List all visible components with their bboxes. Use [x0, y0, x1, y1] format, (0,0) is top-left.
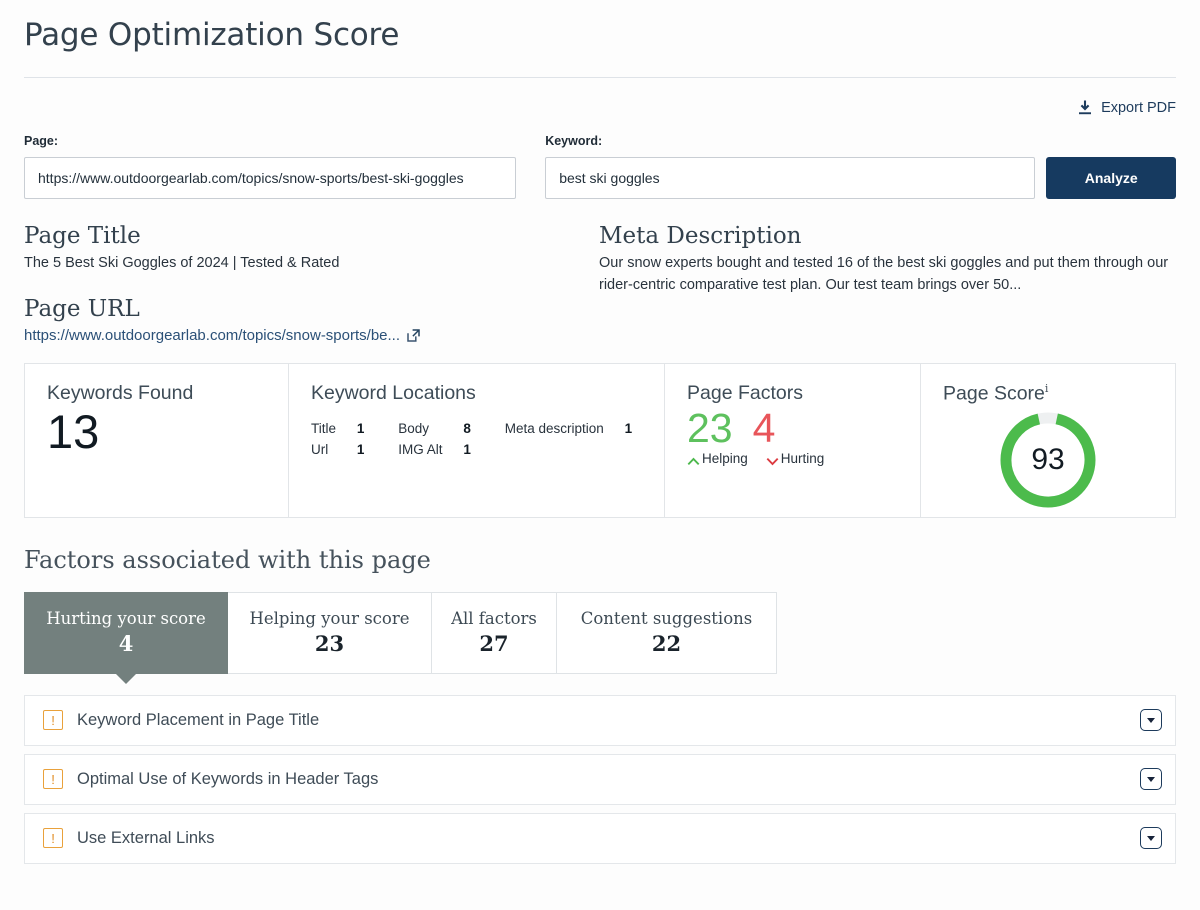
export-pdf-label: Export PDF: [1101, 99, 1176, 116]
tab-count: 4: [118, 631, 134, 657]
kwloc-value: 8: [463, 420, 471, 436]
page-url-link[interactable]: https://www.outdoorgearlab.com/topics/sn…: [24, 327, 400, 344]
export-row: Export PDF: [24, 78, 1176, 116]
tab-label: Content suggestions: [580, 609, 753, 629]
helping-legend-label: Helping: [702, 450, 748, 466]
tab-all-factors[interactable]: All factors 27: [432, 591, 557, 674]
kwloc-label: Url: [311, 441, 329, 457]
kwloc-value: 1: [624, 420, 633, 436]
keywords-found-title: Keywords Found: [47, 381, 194, 404]
card-keywords-found: Keywords Found 13: [25, 364, 288, 517]
kwloc-value: 1: [463, 441, 471, 457]
tab-label: All factors: [451, 609, 537, 629]
keyword-locations-title: Keyword Locations: [311, 381, 476, 404]
stat-cards: Keywords Found 13 Keyword Locations Titl…: [24, 362, 1176, 518]
factor-row[interactable]: ! Keyword Placement in Page Title: [24, 694, 1176, 746]
kwloc-label: Title: [311, 420, 337, 436]
kwloc-value: 1: [356, 420, 365, 436]
export-pdf-button[interactable]: Export PDF: [1078, 100, 1176, 116]
factors-section-heading: Factors associated with this page: [24, 545, 431, 574]
tab-count: 22: [651, 631, 682, 657]
factor-name: Keyword Placement in Page Title: [77, 710, 320, 729]
keyword-locations-grid: Title 1 Body 8 Meta description 1 Url 1 …: [311, 421, 642, 457]
page-input-label: Page:: [24, 133, 59, 148]
page-factors-title: Page Factors: [687, 381, 803, 404]
tab-label: Hurting your score: [46, 609, 206, 629]
chevron-down-icon: [1147, 717, 1155, 723]
factor-list: ! Keyword Placement in Page Title ! Opti…: [24, 694, 1176, 864]
card-page-factors: Page Factors 23 4 Helping Hurting: [664, 363, 920, 517]
meta-row: Page Title The 5 Best Ski Goggles of 202…: [24, 223, 1176, 344]
helping-count: 23: [687, 404, 733, 451]
factors-tabs: Hurting your score 4 Helping your score …: [24, 591, 1176, 674]
tab-helping-your-score[interactable]: Helping your score 23: [228, 591, 432, 674]
kwloc-label: IMG Alt: [398, 441, 443, 457]
hurting-legend-label: Hurting: [780, 450, 825, 466]
page-score-title-label: Page Score: [943, 382, 1045, 405]
meta-description-heading: Meta Description: [599, 222, 802, 249]
page-title-block: Page Title The 5 Best Ski Goggles of 202…: [24, 223, 599, 344]
chevron-down-icon: [1147, 835, 1155, 841]
kwloc-label: Body: [398, 420, 429, 436]
tab-count: 27: [479, 631, 509, 657]
chevron-down-icon: [766, 454, 779, 466]
page-score-donut-wrap: 93: [943, 409, 1153, 511]
keyword-field-group: Keyword:: [545, 133, 1036, 199]
expand-factor-button[interactable]: [1140, 827, 1162, 850]
page-url-line: https://www.outdoorgearlab.com/topics/sn…: [24, 327, 599, 344]
hurting-count: 4: [752, 404, 776, 451]
warning-icon: !: [43, 828, 63, 849]
helping-legend: Helping: [687, 451, 748, 466]
page-score-value: 93: [1031, 443, 1065, 477]
chevron-up-icon: [687, 454, 700, 465]
page-url-heading: Page URL: [24, 296, 140, 323]
expand-factor-button[interactable]: [1140, 709, 1162, 732]
expand-factor-button[interactable]: [1140, 768, 1162, 791]
page-factors-legend: Helping Hurting: [687, 451, 898, 466]
warning-icon: !: [43, 710, 63, 731]
page-title-heading: Page Title: [24, 222, 141, 249]
keyword-input-label: Keyword:: [545, 133, 603, 148]
factor-name: Use External Links: [77, 828, 215, 847]
external-link-icon[interactable]: [407, 328, 420, 342]
page-field-group: Page:: [24, 133, 517, 199]
kwloc-label: Meta description: [504, 420, 604, 436]
info-icon[interactable]: i: [1045, 382, 1049, 395]
analysis-form: Page: Keyword: Analyze: [24, 134, 1176, 199]
tab-count: 23: [314, 631, 345, 657]
chevron-down-icon: [1147, 776, 1155, 782]
tab-hurting-your-score[interactable]: Hurting your score 4: [24, 591, 228, 674]
meta-description-value: Our snow experts bought and tested 16 of…: [599, 255, 1169, 294]
hurting-legend: Hurting: [766, 450, 825, 466]
analyze-button[interactable]: Analyze: [1046, 156, 1176, 199]
card-page-score: Page Scorei 93: [920, 363, 1175, 517]
keyword-input[interactable]: [545, 156, 1036, 199]
factor-row[interactable]: ! Use External Links: [24, 812, 1176, 864]
meta-description-block: Meta Description Our snow experts bought…: [599, 223, 1176, 344]
tab-label: Helping your score: [249, 609, 410, 629]
factor-row[interactable]: ! Optimal Use of Keywords in Header Tags: [24, 753, 1176, 805]
page-factors-numbers: 23 4: [687, 404, 898, 451]
page-score-title: Page Scorei: [943, 382, 1153, 406]
page-url-block: Page URL https://www.outdoorgearlab.com/…: [24, 296, 599, 344]
keywords-found-value: 13: [47, 404, 100, 458]
card-keyword-locations: Keyword Locations Title 1 Body 8 Meta de…: [288, 363, 664, 517]
page-score-donut: 93: [997, 409, 1099, 511]
page-url-input[interactable]: [24, 156, 517, 199]
tab-content-suggestions[interactable]: Content suggestions 22: [557, 591, 777, 674]
factor-name: Optimal Use of Keywords in Header Tags: [77, 769, 379, 788]
page-title: Page Optimization Score: [24, 17, 400, 53]
warning-icon: !: [43, 769, 63, 790]
page-container: Page Optimization Score Export PDF Page:…: [0, 0, 1200, 864]
page-title-value: The 5 Best Ski Goggles of 2024 | Tested …: [24, 255, 340, 272]
kwloc-value: 1: [356, 441, 365, 457]
download-icon: [1078, 100, 1092, 115]
